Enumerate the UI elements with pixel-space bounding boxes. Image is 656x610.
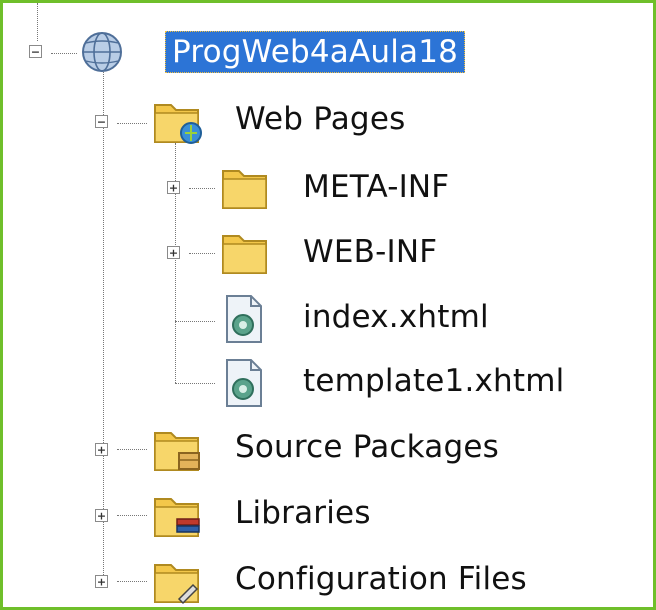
expand-toggle[interactable]: + <box>167 246 180 259</box>
config-folder-icon <box>154 564 199 605</box>
web-pages-label[interactable]: Web Pages <box>235 101 405 137</box>
tree-connector <box>175 321 215 322</box>
collapse-toggle[interactable]: − <box>29 45 42 58</box>
tree-connector <box>189 188 215 189</box>
folder-icon <box>222 170 267 209</box>
libraries-label[interactable]: Libraries <box>235 495 371 531</box>
project-name[interactable]: ProgWeb4aAula18 <box>165 31 466 73</box>
tree-connector <box>117 123 147 124</box>
xhtml-file-icon <box>226 295 262 343</box>
web-inf-label[interactable]: WEB-INF <box>303 234 437 270</box>
index-label[interactable]: index.xhtml <box>303 299 489 335</box>
web-pages-folder-icon <box>154 104 202 144</box>
tree-connector <box>117 581 147 582</box>
tree-connector <box>175 383 215 384</box>
source-packages-label[interactable]: Source Packages <box>235 429 499 465</box>
expand-toggle[interactable]: + <box>95 575 108 588</box>
project-tree-panel: − ProgWeb4aAula18 − Web Pages + META-INF… <box>0 0 656 610</box>
library-folder-icon <box>154 498 200 537</box>
meta-inf-label[interactable]: META-INF <box>303 169 449 205</box>
tree-connector <box>117 515 147 516</box>
package-folder-icon <box>154 432 200 471</box>
configuration-files-label[interactable]: Configuration Files <box>235 561 527 597</box>
expand-toggle[interactable]: + <box>95 509 108 522</box>
tree-connector <box>189 253 215 254</box>
expand-toggle[interactable]: + <box>95 443 108 456</box>
folder-icon <box>222 235 267 274</box>
tree-connector <box>117 449 147 450</box>
tree-connector <box>37 3 38 41</box>
template-label[interactable]: template1.xhtml <box>303 363 564 399</box>
expand-toggle[interactable]: + <box>167 181 180 194</box>
tree-connector <box>103 65 104 585</box>
collapse-toggle[interactable]: − <box>95 115 108 128</box>
xhtml-file-icon <box>226 359 262 407</box>
globe-project-icon <box>82 32 122 72</box>
tree-connector <box>51 53 77 54</box>
tree-connector <box>175 143 176 383</box>
